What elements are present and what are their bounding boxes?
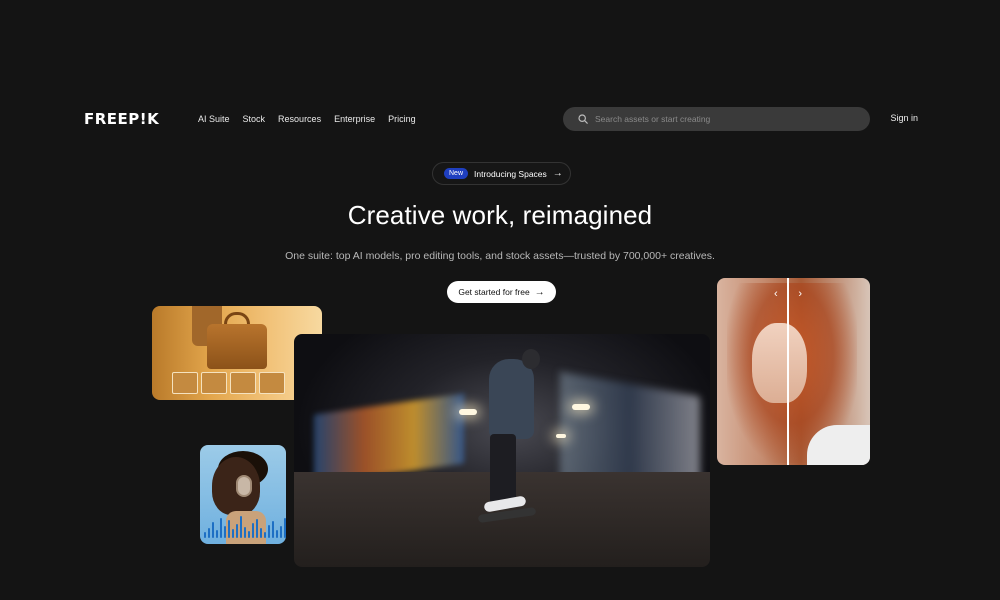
waveform-bar (232, 529, 234, 538)
nav-links: AI Suite Stock Resources Enterprise Pric… (198, 114, 416, 124)
compare-slider-handle[interactable] (787, 278, 789, 465)
skater-legs (490, 434, 516, 504)
waveform-bar (212, 522, 214, 538)
waveform-bar (228, 520, 230, 538)
waveform-bar (248, 531, 250, 538)
search-bar[interactable] (563, 107, 870, 131)
tunnel-light (556, 434, 566, 438)
skateboarder-video-card[interactable] (294, 334, 710, 567)
portrait-compare-card[interactable]: ‹ › (717, 278, 870, 465)
thumbnail (201, 372, 227, 394)
thumbnail (259, 372, 285, 394)
face-shape (752, 323, 807, 403)
search-icon (578, 114, 588, 124)
waveform-bar (272, 521, 274, 538)
waveform-bar (236, 524, 238, 538)
waveform-bar (220, 518, 222, 538)
variation-thumbnails (172, 372, 285, 394)
audio-portrait-card (200, 445, 286, 544)
nav-link-enterprise[interactable]: Enterprise (334, 114, 375, 124)
waveform-bar (256, 519, 258, 538)
cta-label: Get started for free (458, 287, 530, 297)
graffiti-wall-left (314, 393, 464, 485)
waveform-bar (276, 530, 278, 538)
waveform-bar (284, 518, 286, 538)
waveform-bar (260, 528, 262, 538)
badge-text: Introducing Spaces (474, 168, 547, 179)
waveform-bar (216, 530, 218, 538)
chevron-left-right-icon[interactable]: ‹ › (774, 288, 802, 300)
waveform-bar (280, 526, 282, 538)
get-started-button[interactable]: Get started for free → (447, 281, 556, 303)
sign-in-link[interactable]: Sign in (890, 113, 918, 123)
waveform-bar (240, 516, 242, 538)
chevron-left-icon: ‹ (774, 288, 778, 300)
waveform-bar (268, 525, 270, 538)
nav-link-resources[interactable]: Resources (278, 114, 321, 124)
waveform-bar (208, 528, 210, 538)
search-input[interactable] (595, 114, 845, 124)
chevron-right-icon: › (798, 288, 802, 300)
arrow-right-icon: → (534, 286, 545, 298)
headphones-icon (236, 475, 252, 497)
audio-waveform (204, 516, 286, 538)
new-pill: New (444, 168, 469, 179)
hero-title: Creative work, reimagined (347, 200, 653, 230)
top-nav: FREEP!K AI Suite Stock Resources Enterpr… (84, 107, 918, 131)
skater-torso (489, 359, 534, 439)
nav-link-ai-suite[interactable]: AI Suite (198, 114, 230, 124)
handbag-shape (207, 324, 267, 369)
hero-subtitle: One suite: top AI models, pro editing to… (285, 250, 715, 262)
thumbnail (172, 372, 198, 394)
announcement-badge[interactable]: New Introducing Spaces → (432, 162, 571, 185)
waveform-bar (264, 532, 266, 538)
skater-head (522, 349, 540, 369)
waveform-bar (204, 532, 206, 538)
thumbnail (230, 372, 256, 394)
waveform-bar (244, 527, 246, 538)
waveform-bar (252, 523, 254, 538)
arrow-right-icon: → (552, 168, 563, 179)
tunnel-light (572, 404, 590, 410)
freepik-logo[interactable]: FREEP!K (84, 110, 198, 128)
nav-link-pricing[interactable]: Pricing (388, 114, 416, 124)
nav-link-stock[interactable]: Stock (243, 114, 266, 124)
tunnel-light (459, 409, 477, 415)
waveform-bar (224, 526, 226, 538)
